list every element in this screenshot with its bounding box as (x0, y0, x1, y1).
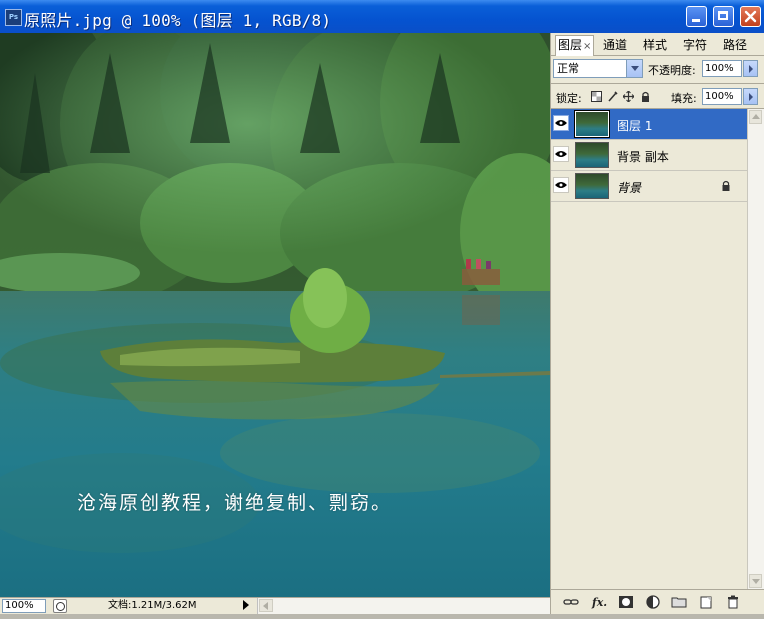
tab-channels[interactable]: 通道 (601, 36, 629, 54)
tab-label: 图层 (558, 38, 583, 52)
chevron-down-icon[interactable] (626, 60, 642, 77)
maximize-icon (718, 11, 728, 20)
visibility-toggle[interactable] (553, 115, 569, 131)
scroll-down-icon[interactable] (749, 574, 762, 588)
tab-close-icon[interactable]: × (583, 41, 591, 52)
layer-row-1[interactable]: 图层 1 (551, 109, 747, 140)
trash-icon[interactable] (725, 594, 741, 610)
visibility-toggle[interactable] (553, 146, 569, 162)
document-canvas[interactable]: 沧海原创教程，谢绝复制、剽窃。 (0, 33, 550, 597)
blend-mode-select[interactable]: 正常 (553, 59, 643, 78)
panel-tabs: 图层× 通道 样式 字符 路径 (551, 33, 764, 56)
lock-icon (722, 180, 730, 191)
tab-character[interactable]: 字符 (681, 36, 709, 54)
zoom-field[interactable]: 100% (2, 599, 46, 613)
document-info: 文档:1.21M/3.62M (108, 600, 197, 611)
lock-position-icon[interactable] (623, 91, 634, 102)
maximize-button[interactable] (713, 6, 734, 27)
opacity-input[interactable]: 100% (702, 60, 742, 77)
title-bar: Ps 原照片.jpg @ 100% (图层 1, RGB/8) (0, 0, 764, 33)
horizontal-scrollbar[interactable] (257, 598, 551, 614)
opacity-label: 不透明度: (648, 64, 696, 77)
lock-transparent-icon[interactable] (591, 91, 602, 102)
lock-all-icon[interactable] (640, 91, 651, 102)
minimize-button[interactable] (686, 6, 707, 27)
vertical-scrollbar[interactable] (747, 109, 764, 589)
layer-name[interactable]: 背景 副本 (617, 148, 669, 165)
svg-text:fx.: fx. (591, 596, 607, 609)
close-icon (744, 10, 757, 23)
close-button[interactable] (740, 6, 761, 27)
status-menu-arrow-icon[interactable] (243, 600, 249, 610)
layer-list: 图层 1 背景 副本 背景 (551, 109, 747, 589)
layer-thumbnail (575, 173, 609, 199)
mask-icon[interactable] (618, 594, 634, 610)
layer-name[interactable]: 图层 1 (617, 117, 652, 134)
lock-image-icon[interactable] (607, 91, 618, 102)
layer-thumbnail (575, 142, 609, 168)
tab-styles[interactable]: 样式 (641, 36, 669, 54)
scroll-left-icon[interactable] (259, 599, 273, 612)
status-info-icon[interactable] (53, 599, 67, 613)
eye-icon (555, 120, 567, 126)
visibility-toggle[interactable] (553, 177, 569, 193)
new-group-icon[interactable] (671, 594, 687, 610)
layers-panel: 图层× 通道 样式 字符 路径 正常 不透明度: 100% 锁定: 填充: 10… (550, 33, 764, 614)
panel-bottom-toolbar: fx. (551, 589, 764, 615)
layer-row-background[interactable]: 背景 (551, 171, 747, 202)
scroll-up-icon[interactable] (749, 110, 762, 124)
fill-slider-arrow-icon[interactable] (743, 88, 758, 105)
lock-label: 锁定: (556, 92, 582, 105)
photoshop-icon[interactable]: Ps (5, 9, 22, 26)
minimize-icon (692, 19, 700, 22)
adjustment-layer-icon[interactable] (645, 594, 661, 610)
fill-input[interactable]: 100% (702, 88, 742, 105)
layer-thumbnail (574, 110, 610, 138)
window-title: 原照片.jpg @ 100% (图层 1, RGB/8) (24, 11, 332, 30)
status-bar: 100% 文档:1.21M/3.62M (0, 597, 551, 615)
fill-label: 填充: (671, 92, 697, 105)
tab-layers[interactable]: 图层× (555, 35, 595, 56)
eye-icon (555, 151, 567, 157)
tab-paths[interactable]: 路径 (721, 36, 749, 54)
fx-icon[interactable]: fx. (591, 594, 607, 610)
opacity-slider-arrow-icon[interactable] (743, 60, 758, 77)
link-layers-icon[interactable] (563, 594, 579, 610)
divider (551, 83, 764, 84)
watermark-text: 沧海原创教程，谢绝复制、剽窃。 (77, 492, 393, 514)
layer-name[interactable]: 背景 (617, 179, 641, 196)
blend-mode-value: 正常 (557, 62, 579, 75)
eye-icon (555, 182, 567, 188)
new-layer-icon[interactable] (698, 594, 714, 610)
layer-row-background-copy[interactable]: 背景 副本 (551, 140, 747, 171)
